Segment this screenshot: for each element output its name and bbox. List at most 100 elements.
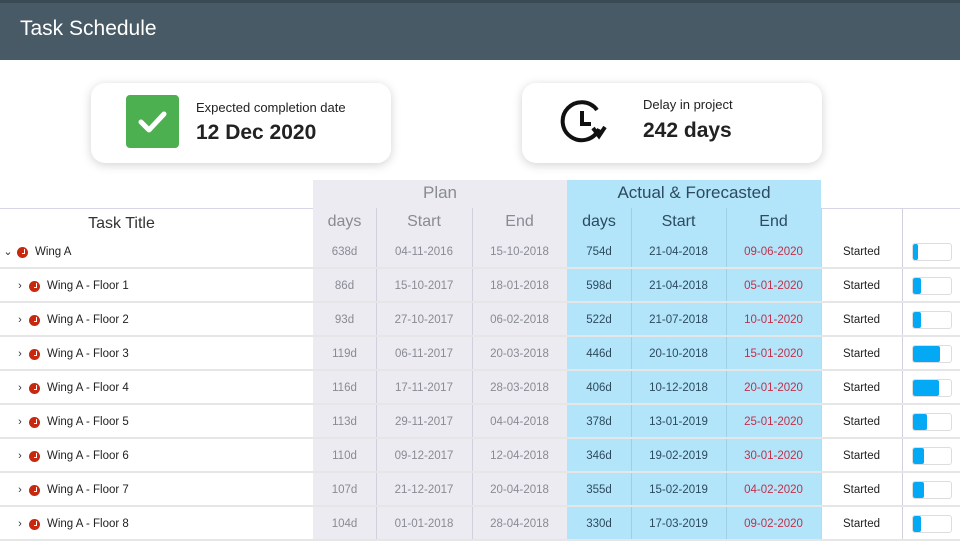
task-title[interactable]: Wing A - Floor 2 xyxy=(47,303,129,337)
actual-end: 09-06-2020 xyxy=(744,246,803,258)
actual-start: 17-03-2019 xyxy=(649,518,708,530)
table-row[interactable]: › Wing A - Floor 1 86d 15-10-2017 18-01-… xyxy=(0,269,960,303)
actual-days: 330d xyxy=(586,518,612,530)
plan-days: 86d xyxy=(334,280,355,292)
task-title[interactable]: Wing A - Floor 4 xyxy=(47,371,129,405)
actual-end: 10-01-2020 xyxy=(744,314,803,326)
actual-start: 13-01-2019 xyxy=(649,416,708,428)
plan-days: 104d xyxy=(331,518,358,530)
status: Started xyxy=(842,280,881,292)
clock-icon xyxy=(29,518,40,530)
chevron-right-icon[interactable]: › xyxy=(14,507,26,541)
progress-bar xyxy=(912,243,952,261)
plan-end: 20-04-2018 xyxy=(490,484,549,496)
clock-icon xyxy=(29,382,40,394)
table-row[interactable]: › Wing A - Floor 3 119d 06-11-2017 20-03… xyxy=(0,337,960,371)
plan-start: 29-11-2017 xyxy=(395,416,453,428)
clock-refresh-icon xyxy=(560,100,607,143)
actual-start: 10-12-2018 xyxy=(649,382,708,394)
task-title[interactable]: Wing A - Floor 8 xyxy=(47,507,129,541)
progress-bar xyxy=(912,311,952,329)
actual-end: 25-01-2020 xyxy=(744,416,803,428)
table-row[interactable]: › Wing A - Floor 4 116d 17-11-2017 28-03… xyxy=(0,371,960,405)
delay-card: Delay in project 242 days xyxy=(522,83,822,163)
progress-bar xyxy=(912,345,952,363)
chevron-down-icon[interactable]: ⌄ xyxy=(2,235,14,269)
chevron-right-icon[interactable]: › xyxy=(14,269,26,303)
task-title[interactable]: Wing A xyxy=(35,235,71,269)
status: Started xyxy=(842,382,881,394)
clock-icon xyxy=(29,280,40,292)
plan-end: 28-03-2018 xyxy=(490,382,549,394)
delay-value: 242 days xyxy=(643,119,732,142)
plan-start: 06-11-2017 xyxy=(395,348,453,360)
plan-days: 107d xyxy=(331,484,358,496)
plan-days: 119d xyxy=(332,348,357,360)
clock-icon xyxy=(29,314,40,326)
status: Started xyxy=(842,484,881,496)
col-plan-days[interactable]: days xyxy=(313,209,376,237)
actual-start: 15-02-2019 xyxy=(649,484,708,496)
col-plan-start[interactable]: Start xyxy=(376,209,472,237)
plan-end: 06-02-2018 xyxy=(490,314,549,326)
task-title[interactable]: Wing A - Floor 7 xyxy=(47,473,129,507)
chevron-right-icon[interactable]: › xyxy=(14,303,26,337)
table-row[interactable]: › Wing A - Floor 5 113d 29-11-2017 04-04… xyxy=(0,405,960,439)
plan-start: 17-11-2017 xyxy=(395,382,453,394)
task-title[interactable]: Wing A - Floor 1 xyxy=(47,269,129,303)
col-actual-days[interactable]: days xyxy=(567,209,631,237)
progress-bar xyxy=(912,413,952,431)
check-icon xyxy=(126,95,179,148)
plan-start: 01-01-2018 xyxy=(394,518,454,530)
plan-days: 113d xyxy=(332,416,357,428)
col-plan-end[interactable]: End xyxy=(472,209,567,237)
plan-days: 638d xyxy=(331,246,358,258)
clock-icon xyxy=(17,246,28,258)
plan-end: 20-03-2018 xyxy=(490,348,549,360)
chevron-right-icon[interactable]: › xyxy=(14,473,26,507)
table-row[interactable]: › Wing A - Floor 2 93d 27-10-2017 06-02-… xyxy=(0,303,960,337)
plan-days: 110d xyxy=(332,450,357,462)
chevron-right-icon[interactable]: › xyxy=(14,337,26,371)
actual-days: 598d xyxy=(586,280,612,292)
chevron-right-icon[interactable]: › xyxy=(14,439,26,473)
task-title[interactable]: Wing A - Floor 6 xyxy=(47,439,129,473)
actual-end: 05-01-2020 xyxy=(744,280,803,292)
completion-card: Expected completion date 12 Dec 2020 xyxy=(91,83,391,163)
group-actual: Actual & Forecasted xyxy=(567,180,821,209)
progress-bar xyxy=(912,481,952,499)
plan-end: 04-04-2018 xyxy=(490,416,549,428)
task-title[interactable]: Wing A - Floor 3 xyxy=(47,337,129,371)
progress-fill xyxy=(913,414,927,430)
table-row[interactable]: › Wing A - Floor 7 107d 21-12-2017 20-04… xyxy=(0,473,960,507)
actual-days: 378d xyxy=(586,416,612,428)
plan-start: 27-10-2017 xyxy=(394,314,454,326)
chevron-right-icon[interactable]: › xyxy=(14,405,26,439)
actual-start: 21-04-2018 xyxy=(649,246,708,258)
clock-icon xyxy=(29,450,40,462)
progress-fill xyxy=(913,244,919,260)
clock-icon xyxy=(29,416,40,428)
actual-days: 406d xyxy=(586,382,612,394)
actual-end: 30-01-2020 xyxy=(744,450,803,462)
progress-fill xyxy=(913,448,925,464)
plan-start: 21-12-2017 xyxy=(394,484,454,496)
status: Started xyxy=(842,518,881,530)
status: Started xyxy=(842,314,881,326)
col-actual-start[interactable]: Start xyxy=(631,209,726,237)
table-row[interactable]: › Wing A - Floor 8 104d 01-01-2018 28-04… xyxy=(0,507,960,541)
progress-bar xyxy=(912,515,952,533)
col-actual-end[interactable]: End xyxy=(726,209,821,237)
table-row[interactable]: › Wing A - Floor 6 110d 09-12-2017 12-04… xyxy=(0,439,960,473)
status: Started xyxy=(842,450,881,462)
progress-bar xyxy=(912,447,952,465)
table-row[interactable]: ⌄ Wing A 638d 04-11-2016 15-10-2018 754d… xyxy=(0,235,960,269)
task-title[interactable]: Wing A - Floor 5 xyxy=(47,405,129,439)
chevron-right-icon[interactable]: › xyxy=(14,371,26,405)
actual-days: 355d xyxy=(586,484,612,496)
progress-fill xyxy=(913,482,925,498)
progress-fill xyxy=(913,380,940,396)
actual-end: 09-02-2020 xyxy=(744,518,803,530)
actual-days: 754d xyxy=(586,246,612,258)
title-bar: Task Schedule xyxy=(0,0,960,60)
